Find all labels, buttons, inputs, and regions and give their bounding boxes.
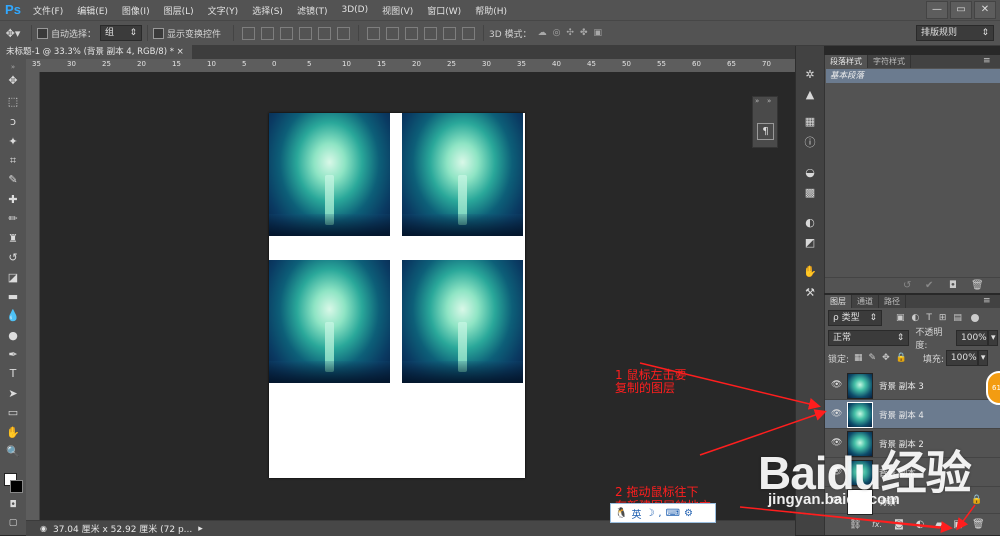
ime-logo-icon[interactable]: 🐧 [615, 508, 627, 519]
annotation-step2-line1: 2 拖动鼠标往下 [615, 485, 699, 499]
annotation-step1-line2: 复制的图层 [615, 381, 676, 395]
ime-mode-icon[interactable]: , [658, 508, 661, 519]
notification-badge[interactable]: 61 [986, 371, 1000, 405]
ime-punct-icon[interactable]: ☽ [645, 508, 654, 519]
ime-softkbd-icon[interactable]: ⌨ [666, 508, 680, 519]
annotation-step1-line1: 1 鼠标左击要 [615, 368, 687, 382]
baidu-watermark-url: jingyan.baidu.com [768, 491, 900, 508]
arrow-line [789, 511, 941, 529]
ime-language[interactable]: 英 [631, 506, 641, 521]
ime-toolbar: 🐧 英 ☽ , ⌨ ⚙ [610, 503, 716, 523]
ime-settings-icon[interactable]: ⚙ [684, 508, 693, 519]
arrow-to-new-layer [956, 504, 976, 531]
